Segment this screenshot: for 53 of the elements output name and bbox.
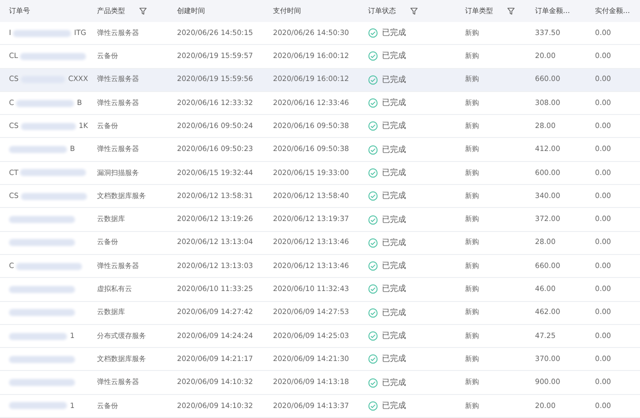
blurred-text: [16, 262, 82, 270]
check-circle-icon: [368, 238, 378, 248]
status-text: 已完成: [382, 166, 406, 179]
filter-icon[interactable]: [410, 6, 418, 15]
blurred-text: [9, 402, 67, 410]
check-circle-icon: [368, 28, 378, 38]
blurred-text: [9, 356, 75, 363]
check-circle-icon: [368, 261, 378, 272]
status-text: 已完成: [382, 376, 406, 389]
blurred-text: [9, 379, 75, 386]
check-circle-icon: [368, 98, 378, 108]
status-text: 已完成: [382, 144, 406, 156]
blurred-text: [20, 192, 87, 200]
status-text: 已完成: [382, 330, 406, 342]
check-circle-icon: [368, 284, 378, 294]
status-text: 已完成: [382, 120, 406, 132]
blurred-text: [20, 52, 86, 60]
status-text: 已完成: [382, 214, 406, 226]
blurred-text: [9, 332, 67, 340]
status-text: 已完成: [382, 236, 406, 249]
check-circle-icon: [368, 191, 378, 202]
status-text: 已完成: [382, 190, 406, 202]
check-circle-icon: [368, 51, 378, 62]
blurred-text: [9, 146, 67, 154]
check-circle-icon: [368, 378, 378, 388]
filter-icon[interactable]: [139, 6, 147, 15]
blurred-text: [13, 30, 72, 37]
check-circle-icon: [368, 400, 378, 411]
blurred-text: [9, 216, 75, 224]
status-text: 已完成: [382, 74, 406, 86]
blurred-text: [9, 309, 75, 316]
check-circle-icon: [368, 354, 378, 364]
blurred-text: [9, 286, 75, 293]
check-circle-icon: [368, 74, 378, 85]
check-circle-icon: [368, 308, 378, 318]
status-text: 已完成: [382, 283, 406, 296]
status-text: 已完成: [382, 97, 406, 110]
blurred-text: [20, 169, 86, 176]
blurred-text: [16, 100, 74, 107]
status-text: 已完成: [382, 306, 406, 319]
check-circle-icon: [368, 121, 378, 132]
filter-icon[interactable]: [507, 6, 515, 15]
check-circle-icon: [368, 144, 378, 155]
check-circle-icon: [368, 214, 378, 225]
status-text: 已完成: [382, 260, 406, 272]
status-text: 已完成: [382, 50, 406, 62]
status-text: 已完成: [382, 400, 406, 412]
blurred-text: [20, 122, 76, 130]
status-text: 已完成: [382, 353, 406, 366]
blurred-text: [9, 239, 75, 246]
status-text: 已完成: [382, 27, 406, 40]
check-circle-icon: [368, 331, 378, 341]
check-circle-icon: [368, 168, 378, 178]
